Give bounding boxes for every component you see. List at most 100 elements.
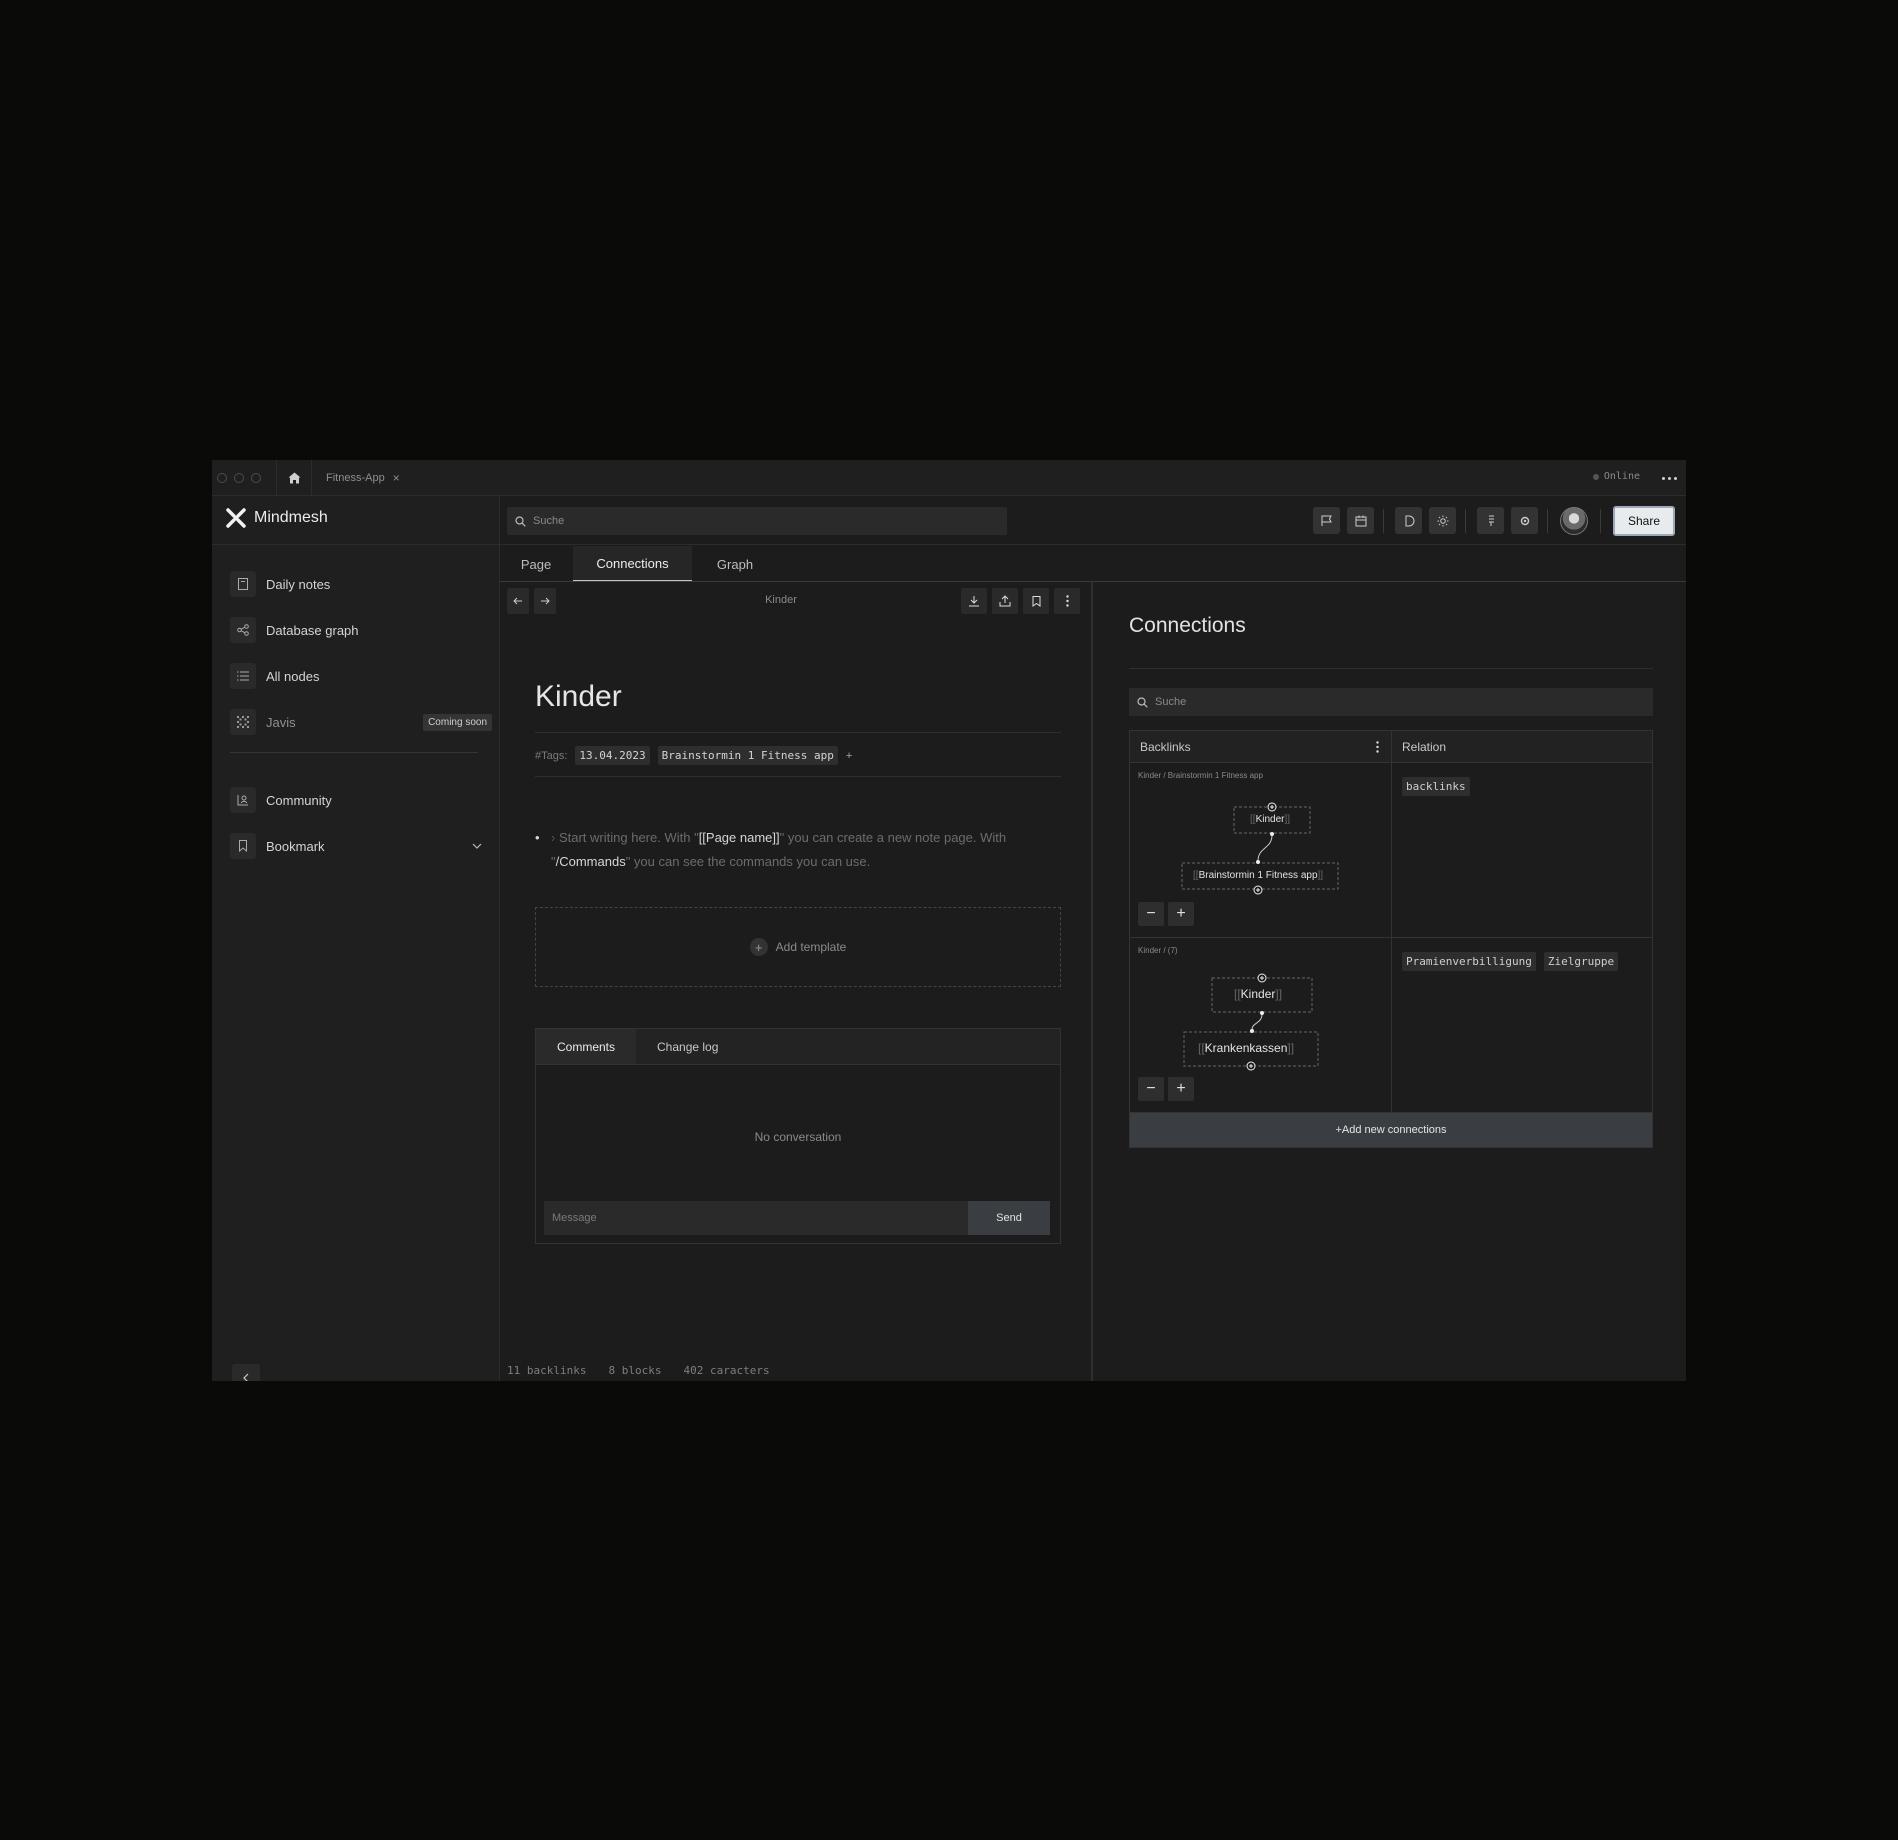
- comments-panel: Comments Change log No conversation Send: [535, 1028, 1061, 1244]
- window-maximize-button[interactable]: [251, 473, 261, 483]
- window-close-button[interactable]: [217, 473, 227, 483]
- list-icon: [230, 663, 256, 689]
- bookmark-icon: [1032, 595, 1040, 607]
- sidebar-item-label: Database graph: [266, 622, 359, 638]
- calendar-tool-button[interactable]: [1347, 507, 1374, 534]
- settings-tool-button[interactable]: [1511, 507, 1538, 534]
- zoom-out-button[interactable]: −: [1138, 902, 1164, 926]
- document-tab[interactable]: Fitness-App ×: [316, 460, 400, 496]
- sidebar-item-community[interactable]: Community: [230, 786, 492, 814]
- backlink-cell: Kinder / Brainstormin 1 Fitness app [[Ki…: [1130, 763, 1392, 937]
- table-row: Kinder / Brainstormin 1 Fitness app [[Ki…: [1130, 763, 1652, 938]
- bullet-icon: •: [535, 830, 540, 845]
- bookmark-icon: [230, 833, 256, 859]
- send-button[interactable]: Send: [968, 1201, 1050, 1235]
- sidebar-item-javis[interactable]: Javis Coming soon: [230, 708, 492, 736]
- global-search[interactable]: Suche: [507, 507, 1007, 535]
- graph-node[interactable]: [[Kinder]]: [1234, 987, 1282, 1001]
- zoom-in-button[interactable]: +: [1168, 902, 1194, 926]
- sidebar-item-label: Javis: [266, 714, 296, 730]
- tag-chip[interactable]: 13.04.2023: [575, 746, 650, 765]
- brand[interactable]: Mindmesh: [226, 508, 328, 528]
- vertical-dots-icon[interactable]: [1376, 741, 1379, 753]
- relation-chip[interactable]: Pramienverbilligung: [1402, 952, 1536, 971]
- user-avatar[interactable]: [1560, 507, 1588, 535]
- table-row: Kinder / (7) [[Kinder]] [[Krankenkassen]…: [1130, 938, 1652, 1113]
- editor-pane: Kinder Kinder #Tags: 13.04.2023 Brainsto…: [501, 582, 1093, 1381]
- zoom-out-button[interactable]: −: [1138, 1077, 1164, 1101]
- home-button[interactable]: [276, 460, 312, 496]
- comment-tabs: Comments Change log: [536, 1029, 1060, 1065]
- gear-icon: [1520, 516, 1529, 525]
- status-indicator: Online: [1592, 471, 1640, 482]
- mindmesh-logo-icon: [226, 508, 246, 528]
- sidebar-item-database-graph[interactable]: Database graph: [230, 616, 492, 644]
- notes-tool-button[interactable]: [1477, 507, 1504, 534]
- moon-icon: [1405, 515, 1414, 526]
- relation-chip[interactable]: backlinks: [1402, 777, 1470, 796]
- light-mode-button[interactable]: [1429, 507, 1456, 534]
- tab-graph[interactable]: Graph: [693, 546, 777, 582]
- daily-notes-icon: [230, 571, 256, 597]
- sidebar-item-all-nodes[interactable]: All nodes: [230, 662, 492, 690]
- share-button[interactable]: Share: [1613, 506, 1675, 536]
- tags-label: #Tags:: [535, 749, 568, 762]
- characters-count: 402 caracters: [683, 1364, 770, 1377]
- graph-node[interactable]: [[Kinder]]: [1250, 814, 1290, 825]
- sidebar-item-label: Bookmark: [266, 838, 325, 854]
- comments-tool-button[interactable]: [1313, 507, 1340, 534]
- page-title[interactable]: Kinder: [535, 680, 622, 714]
- connections-table: Backlinks Relation Kinder / Brainstormin…: [1129, 730, 1653, 1148]
- dark-mode-button[interactable]: [1395, 507, 1422, 534]
- add-tag-button[interactable]: +: [846, 750, 852, 762]
- graph-node[interactable]: [[Brainstormin 1 Fitness app]]: [1193, 870, 1323, 881]
- table-header: Backlinks Relation: [1130, 731, 1652, 763]
- tab-connections[interactable]: Connections: [573, 546, 692, 582]
- search-icon: [1137, 696, 1148, 708]
- download-button[interactable]: [961, 588, 987, 614]
- plus-icon: +: [749, 938, 768, 956]
- message-input[interactable]: [544, 1201, 968, 1235]
- add-connection-button[interactable]: +Add new connections: [1130, 1113, 1652, 1147]
- download-icon: [969, 596, 979, 607]
- tab-change-log[interactable]: Change log: [636, 1029, 739, 1064]
- add-template-button[interactable]: + Add template: [535, 907, 1061, 987]
- sidebar-item-daily-notes[interactable]: Daily notes: [230, 570, 492, 598]
- search-icon: [515, 515, 526, 527]
- tab-close-icon[interactable]: ×: [393, 471, 400, 485]
- bookmark-page-button[interactable]: [1023, 588, 1049, 614]
- calendar-icon: [1355, 515, 1366, 526]
- app-window: Fitness-App × Online Mindmesh Daily note…: [212, 460, 1686, 1381]
- page-more-button[interactable]: [1054, 588, 1080, 614]
- window-minimize-button[interactable]: [234, 473, 244, 483]
- collapse-sidebar-button[interactable]: [232, 1364, 260, 1381]
- relation-chip[interactable]: Zielgruppe: [1543, 952, 1619, 971]
- sun-icon: [1437, 515, 1448, 526]
- sidebar-item-label: Community: [266, 792, 332, 808]
- chevron-down-icon[interactable]: [472, 843, 482, 849]
- backlink-cell: Kinder / (7) [[Kinder]] [[Krankenkassen]…: [1130, 938, 1392, 1112]
- chevron-left-icon: [243, 1373, 249, 1381]
- connections-search[interactable]: Suche: [1129, 688, 1653, 716]
- brand-name: Mindmesh: [254, 509, 328, 526]
- relation-header: Relation: [1402, 739, 1447, 754]
- more-options-button[interactable]: [1652, 460, 1686, 496]
- zoom-in-button[interactable]: +: [1168, 1077, 1194, 1101]
- coming-soon-badge: Coming soon: [423, 713, 492, 731]
- graph-node[interactable]: [[Krankenkassen]]: [1198, 1041, 1294, 1055]
- tab-comments[interactable]: Comments: [536, 1029, 637, 1064]
- vertical-dots-icon: [1065, 595, 1069, 607]
- javis-icon: [230, 709, 256, 735]
- editor-placeholder[interactable]: • › Start writing here. With "[[Page nam…: [535, 826, 1061, 874]
- empty-conversation-text: No conversation: [754, 1130, 842, 1144]
- tab-page[interactable]: Page: [500, 546, 572, 582]
- backlinks-count: 11 backlinks: [507, 1364, 587, 1377]
- connections-title: Connections: [1129, 614, 1246, 637]
- backlinks-header: Backlinks: [1130, 731, 1392, 762]
- relation-cell: backlinks: [1392, 763, 1652, 937]
- document-tab-title: Fitness-App: [326, 472, 385, 484]
- export-button[interactable]: [992, 588, 1018, 614]
- sidebar-item-bookmark[interactable]: Bookmark: [230, 832, 492, 860]
- tags-row: #Tags: 13.04.2023 Brainstormin 1 Fitness…: [535, 746, 852, 765]
- tag-chip[interactable]: Brainstormin 1 Fitness app: [657, 746, 838, 765]
